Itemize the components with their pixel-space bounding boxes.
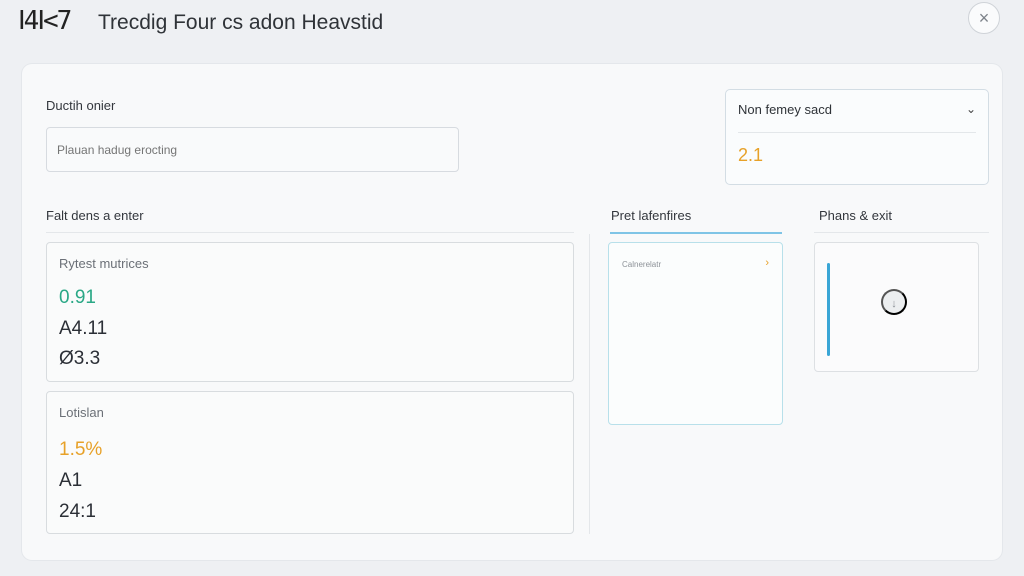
exit-card: ↓ — [814, 242, 979, 372]
metric-value: A1 — [59, 470, 83, 491]
main-panel: Ductih onier Non femey sacd ⌄ 2.1 Falt d… — [22, 64, 1002, 560]
chevron-right-icon[interactable]: › — [765, 257, 769, 269]
page-title: Trecdig Four cs adon Heavstid — [98, 11, 384, 34]
metrics-card: Rytest mutrices 0.91 A4.11 Ø3.3 — [46, 242, 574, 382]
section-label-phans-exit: Phans & exit — [819, 208, 892, 223]
tab-pret-lafenfires[interactable]: Pret lafenfires — [611, 208, 691, 223]
close-icon: × — [978, 8, 990, 28]
accent-bar — [827, 263, 830, 356]
app-logo: Ⅰ4Ⅰ<7 — [18, 6, 72, 36]
metric-value: Ø3.3 — [59, 348, 101, 369]
filter-select[interactable]: Non femey sacd ⌄ 2.1 — [725, 89, 989, 185]
section-label-left: Falt dens a enter — [46, 208, 144, 223]
name-field-label: Ductih onier — [46, 98, 116, 113]
preview-label: Calnerelatr — [622, 260, 662, 269]
card-title: Rytest mutrices — [59, 256, 149, 271]
section-divider-right — [814, 232, 989, 233]
select-value: Non femey sacd — [738, 102, 832, 117]
app-header: Ⅰ4Ⅰ<7 Trecdig Four cs adon Heavstid × — [0, 0, 1024, 56]
lotislan-card: Lotislan 1.5% A1 24:1 — [46, 391, 574, 534]
metric-value: A4.11 — [59, 318, 108, 339]
chevron-down-icon[interactable]: ⌄ — [966, 102, 976, 116]
section-divider-left — [46, 232, 574, 233]
active-tab-indicator — [610, 232, 782, 234]
select-count: 2.1 — [738, 145, 764, 165]
preview-card[interactable]: Calnerelatr › — [608, 242, 783, 425]
close-button[interactable]: × — [968, 2, 1000, 34]
metric-value: 24:1 — [59, 501, 96, 522]
search-input[interactable] — [46, 127, 459, 172]
arrow-down-icon: ↓ — [891, 298, 897, 310]
metric-value: 0.91 — [59, 287, 96, 308]
select-divider — [738, 132, 976, 133]
column-divider — [589, 234, 590, 534]
metric-value: 1.5% — [59, 439, 103, 460]
card-title: Lotislan — [59, 405, 104, 420]
add-button[interactable]: ↓ — [881, 289, 907, 315]
